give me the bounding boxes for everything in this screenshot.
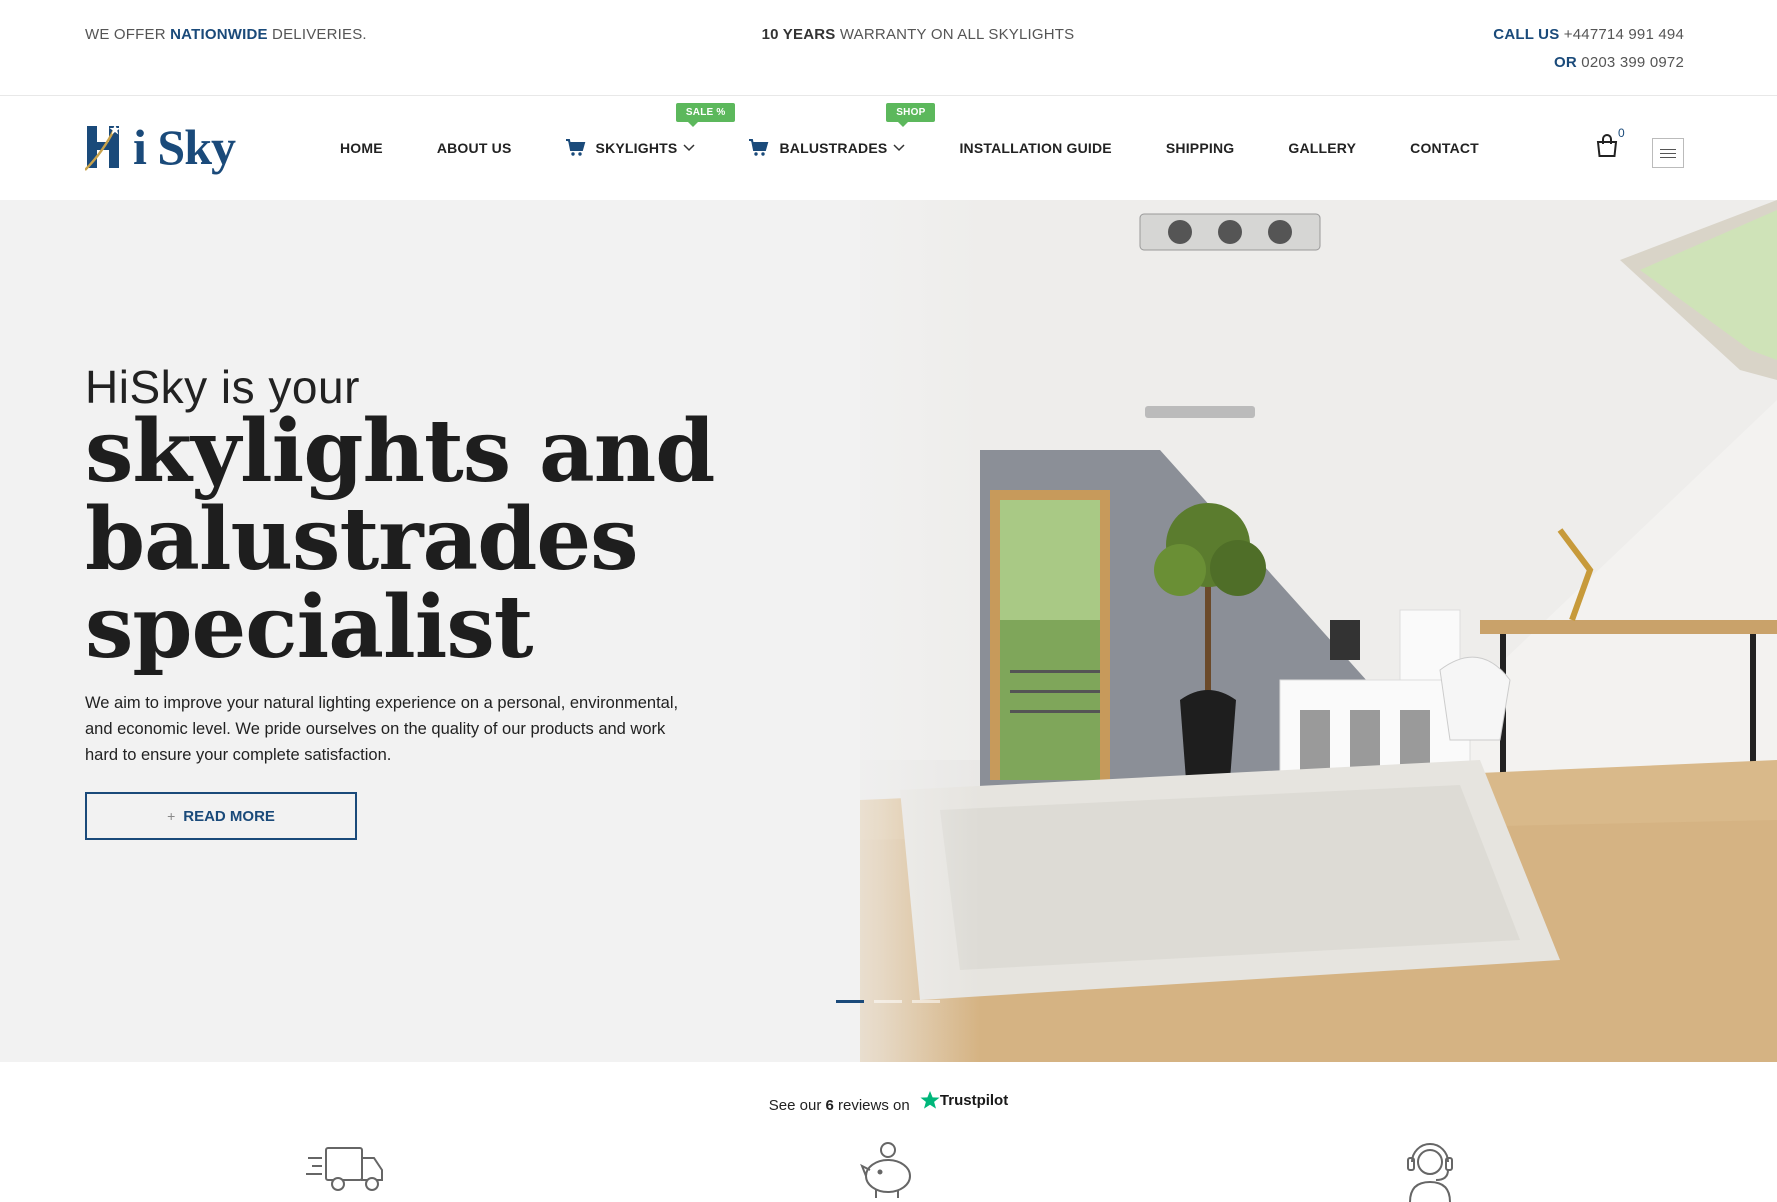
site-header: i Sky HOME ABOUT US SKYLIGHTS SALE % BAL…	[0, 96, 1777, 200]
phone-line-1[interactable]: CALL US +447714 991 494	[1493, 21, 1684, 49]
nav-about-label: ABOUT US	[436, 140, 512, 156]
nav-gallery-label: GALLERY	[1288, 140, 1357, 156]
trustpilot-widget[interactable]: See our 6 reviews on Trustpilot	[0, 1090, 1777, 1114]
shopping-bag-icon[interactable]	[1596, 134, 1618, 158]
hero-title-line-2: balustrades	[85, 489, 639, 590]
slider-dot-2[interactable]	[874, 1000, 902, 1003]
slider-pagination	[836, 1000, 940, 1003]
read-more-label: READ MORE	[183, 807, 275, 825]
trust-pre: See our	[768, 1097, 826, 1114]
review-count: 6	[825, 1097, 834, 1114]
nav-home[interactable]: HOME	[340, 140, 383, 156]
nav-about-us[interactable]: ABOUT US	[437, 140, 512, 156]
slider-dot-3[interactable]	[912, 1000, 940, 1003]
top-bar: WE OFFER NATIONWIDE DELIVERIES. 10 YEARS…	[0, 0, 1777, 96]
chevron-down-icon	[893, 144, 905, 152]
hero-description: We aim to improve your natural lighting …	[85, 694, 679, 764]
cart-icon	[565, 139, 585, 156]
site-logo[interactable]: i Sky	[85, 116, 236, 178]
nav-gallery[interactable]: GALLERY	[1288, 140, 1356, 156]
logo-mark-icon	[85, 124, 121, 171]
nav-shipping-label: SHIPPING	[1165, 140, 1235, 156]
logo-text: i Sky	[133, 119, 236, 175]
nav-skylights-label: SKYLIGHTS	[595, 140, 678, 156]
piggy-bank-icon	[860, 1142, 911, 1198]
phone-line-2[interactable]: OR 0203 399 0972	[1493, 49, 1684, 77]
nav-contact[interactable]: CONTACT	[1410, 140, 1479, 156]
delivery-truck-icon	[306, 1147, 383, 1191]
features-row	[0, 1140, 1777, 1202]
read-more-button[interactable]: + READ MORE	[85, 792, 357, 840]
trust-post: reviews on	[833, 1097, 910, 1114]
hero-title-line-1: skylights and	[85, 401, 715, 502]
main-nav: HOME ABOUT US SKYLIGHTS SALE % BALUSTRAD…	[340, 96, 1533, 200]
trustpilot-logo[interactable]: Trustpilot	[920, 1090, 1008, 1110]
plus-icon: +	[167, 808, 176, 824]
nav-shipping[interactable]: SHIPPING	[1166, 140, 1235, 156]
star-icon	[920, 1091, 940, 1109]
nav-balustrades[interactable]: BALUSTRADES SHOP	[749, 103, 936, 157]
nav-skylights[interactable]: SKYLIGHTS SALE %	[565, 103, 736, 157]
phone-number-landline[interactable]: 0203 399 0972	[1581, 54, 1684, 71]
nav-home-label: HOME	[340, 140, 383, 156]
shop-badge: SHOP	[886, 103, 936, 127]
hero-room-image	[860, 200, 1777, 1062]
slider-dot-1[interactable]	[836, 1000, 864, 1003]
warranty-text: WARRANTY ON ALL SKYLIGHTS	[835, 26, 1075, 43]
hero-image-fade	[780, 200, 980, 1062]
chevron-down-icon	[683, 144, 695, 152]
nav-installation-guide[interactable]: INSTALLATION GUIDE	[959, 140, 1111, 156]
contact-numbers: CALL US +447714 991 494 OR 0203 399 0972	[1493, 21, 1684, 77]
cart-icon	[749, 139, 769, 156]
phone-number-mobile[interactable]: +447714 991 494	[1564, 26, 1684, 43]
cart-count-badge: 0	[1618, 126, 1625, 140]
nav-contact-label: CONTACT	[1410, 140, 1479, 156]
nav-balustrades-label: BALUSTRADES	[779, 140, 888, 156]
hero-title-line-3: specialist	[85, 577, 534, 678]
warranty-emphasis: 10 YEARS	[761, 26, 836, 43]
hero-title: skylights and balustrades specialist	[85, 408, 785, 672]
support-agent-icon	[1407, 1143, 1453, 1202]
or-label: OR	[1554, 54, 1577, 71]
hero-slider: HiSky is your skylights and balustrades …	[0, 200, 1777, 1062]
trustpilot-brand: Trustpilot	[939, 1091, 1009, 1109]
hamburger-menu-icon[interactable]	[1652, 138, 1684, 168]
nav-installation-label: INSTALLATION GUIDE	[959, 140, 1112, 156]
sale-badge: SALE %	[675, 103, 736, 127]
call-us-label: CALL US	[1493, 26, 1560, 43]
